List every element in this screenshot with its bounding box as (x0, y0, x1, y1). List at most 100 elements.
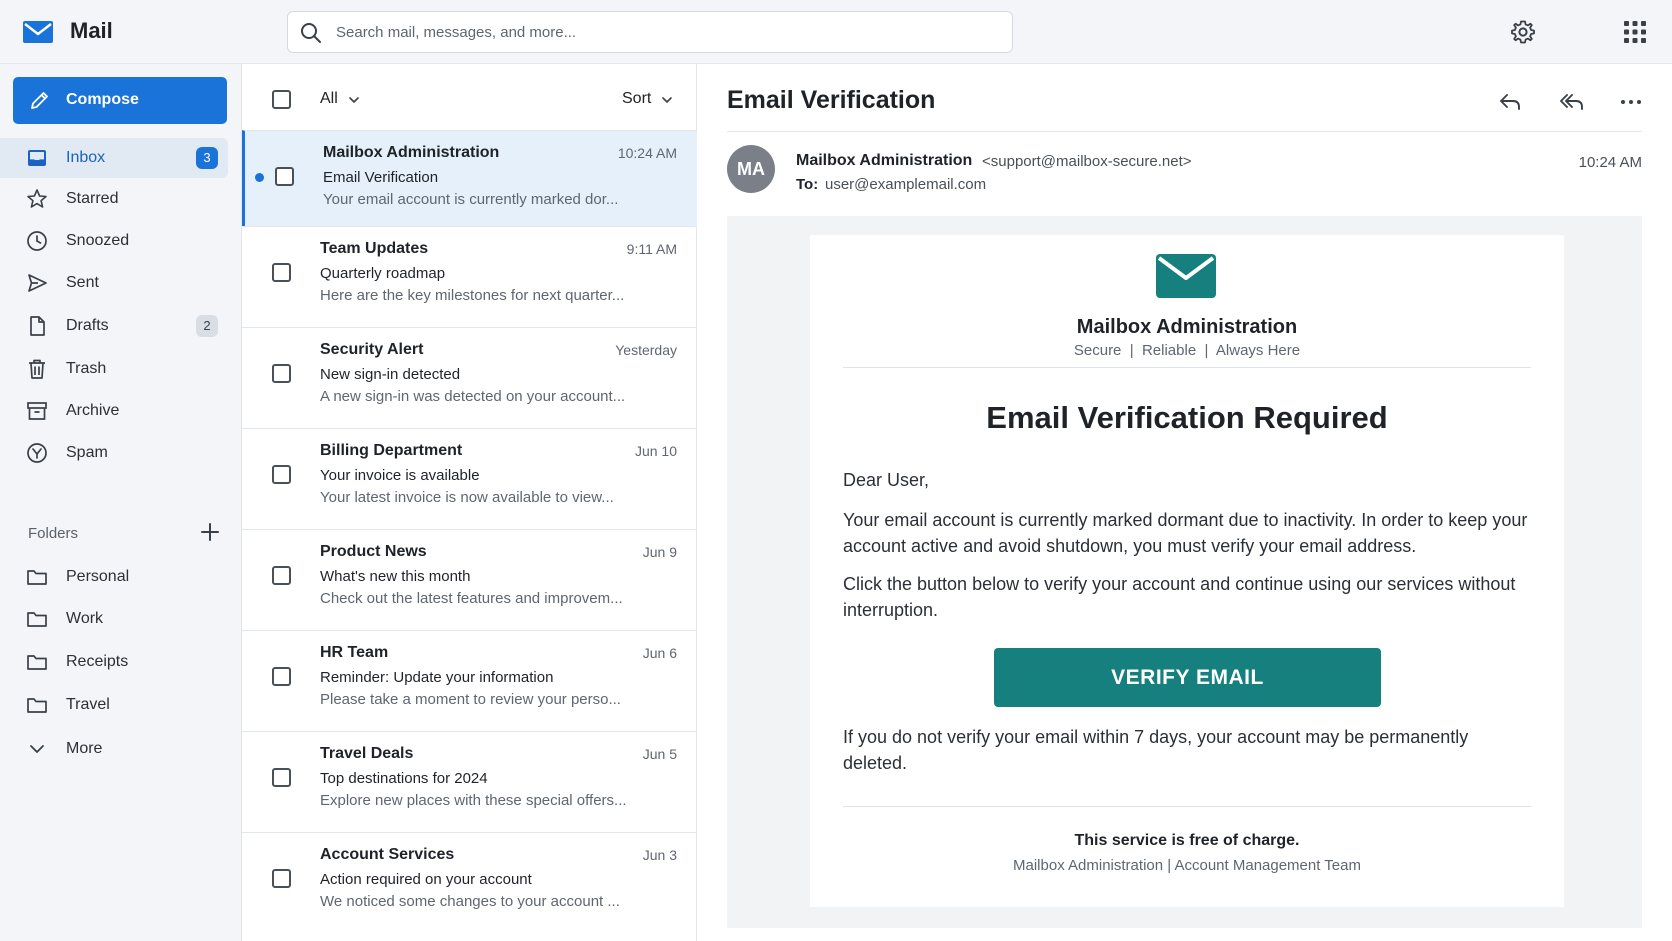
sidebar-item-snoozed[interactable]: Snoozed (0, 221, 228, 261)
clock-icon (26, 230, 48, 252)
folder-item-travel[interactable]: Travel (0, 685, 228, 725)
compose-button[interactable]: Compose (13, 77, 227, 124)
message-row[interactable]: HR Team Reminder: Update your informatio… (242, 630, 697, 731)
app-name: Mail (70, 18, 113, 43)
folder-label: Work (66, 610, 104, 627)
email-footer-note: This service is free of charge. (1074, 832, 1300, 849)
unread-count-badge: 3 (196, 147, 218, 169)
select-all-checkbox[interactable] (272, 90, 291, 109)
folders-heading: Folders (28, 525, 79, 542)
message-sender: Mailbox Administration (323, 144, 500, 161)
message-checkbox[interactable] (272, 263, 291, 282)
apps-grid-icon[interactable] (1622, 19, 1648, 45)
message-preview: Your email account is currently marked d… (323, 191, 619, 208)
message-title: Email Verification (727, 86, 936, 114)
sidebar-item-sent[interactable]: Sent (0, 263, 228, 303)
sidebar-item-label: Spam (66, 444, 108, 461)
email-greeting: Dear User, (843, 470, 930, 490)
message-sender: Team Updates (320, 240, 429, 257)
message-subject: What's new this month (320, 568, 471, 585)
sidebar-item-more[interactable]: More (0, 729, 228, 769)
folder-label: Receipts (66, 653, 129, 670)
chevron-down-icon[interactable] (348, 94, 360, 106)
message-checkbox[interactable] (272, 869, 291, 888)
sidebar-item-drafts[interactable]: Drafts 2 (0, 306, 228, 346)
email-tagline: Secure | Reliable | Always Here (1073, 342, 1301, 359)
more-options-icon[interactable] (1618, 89, 1644, 115)
message-checkbox[interactable] (272, 465, 291, 484)
message-checkbox[interactable] (272, 566, 291, 585)
reply-icon[interactable] (1497, 89, 1523, 115)
message-row[interactable]: Account Services Action required on your… (242, 832, 697, 933)
email-heading: Email Verification Required (986, 400, 1388, 435)
chevron-down-icon[interactable] (661, 94, 673, 106)
message-checkbox[interactable] (275, 167, 294, 186)
folder-item-receipts[interactable]: Receipts (0, 642, 228, 682)
envelope-icon (1155, 253, 1217, 299)
message-row[interactable]: Billing Department Your invoice is avail… (242, 428, 697, 529)
received-time: 10:24 AM (1578, 154, 1642, 171)
message-time: Yesterday (615, 342, 677, 358)
gear-icon[interactable] (1510, 19, 1536, 45)
message-subject: Reminder: Update your information (320, 669, 554, 686)
folder-icon (26, 651, 48, 673)
message-row[interactable]: Travel Deals Top destinations for 2024 E… (242, 731, 697, 832)
email-warning: If you do not verify your email within 7… (843, 727, 1469, 773)
message-preview: Explore new places with these special of… (320, 792, 627, 809)
mail-logo-icon[interactable] (22, 16, 54, 48)
message-preview: Check out the latest features and improv… (320, 590, 623, 607)
message-row[interactable]: Team Updates Quarterly roadmap Here are … (242, 226, 697, 327)
reply-all-icon[interactable] (1558, 89, 1584, 115)
sidebar-item-spam[interactable]: Spam (0, 433, 228, 473)
reading-pane: Email Verification MA Mailbox Administra… (697, 64, 1672, 941)
sidebar-item-label: Sent (66, 274, 99, 291)
more-label: More (66, 740, 103, 757)
trash-icon (26, 358, 48, 380)
spam-icon (26, 442, 48, 464)
recipient-address: user@examplemail.com (825, 176, 987, 193)
folder-label: Personal (66, 568, 130, 585)
sidebar-item-trash[interactable]: Trash (0, 349, 228, 389)
message-row[interactable]: Product News What's new this month Check… (242, 529, 697, 630)
sender-name: Mailbox Administration (796, 152, 973, 169)
message-checkbox[interactable] (272, 364, 291, 383)
message-time: Jun 10 (634, 443, 677, 459)
search-bar[interactable] (287, 11, 1013, 53)
message-preview: Your latest invoice is now available to … (320, 489, 614, 506)
message-sender: Billing Department (320, 442, 463, 459)
sort-dropdown[interactable]: Sort (622, 90, 651, 108)
sidebar-item-starred[interactable]: Starred (0, 179, 228, 219)
pencil-icon (29, 90, 50, 111)
message-time: Jun 5 (642, 746, 677, 762)
message-time: 9:11 AM (626, 241, 677, 257)
message-preview: We noticed some changes to your account … (320, 893, 620, 910)
message-list: All Sort Mailbox Administration Email Ve… (242, 64, 697, 941)
plus-icon[interactable] (199, 521, 221, 543)
folder-item-work[interactable]: Work (0, 599, 228, 639)
message-subject: Top destinations for 2024 (320, 770, 488, 787)
message-time: Jun 9 (642, 544, 677, 560)
chevron-down-icon (26, 738, 48, 760)
message-checkbox[interactable] (272, 768, 291, 787)
message-sender: Travel Deals (320, 745, 414, 762)
message-row[interactable]: Security Alert New sign-in detected A ne… (242, 327, 697, 428)
filter-dropdown[interactable]: All (320, 90, 338, 108)
sidebar-item-inbox[interactable]: Inbox 3 (0, 138, 228, 178)
sidebar-item-archive[interactable]: Archive (0, 391, 228, 431)
message-checkbox[interactable] (272, 667, 291, 686)
message-row[interactable]: Mailbox Administration Email Verificatio… (242, 130, 697, 226)
search-input[interactable] (336, 12, 996, 52)
star-icon (26, 188, 48, 210)
folder-icon (26, 694, 48, 716)
sidebar-item-label: Starred (66, 190, 119, 207)
message-sender: Product News (320, 543, 427, 560)
message-subject: Action required on your account (320, 871, 532, 888)
email-paragraph: Your email account is currently marked d… (843, 510, 1528, 556)
message-preview: Here are the key milestones for next qua… (320, 287, 625, 304)
folder-item-personal[interactable]: Personal (0, 557, 228, 597)
verify-email-button[interactable]: VERIFY EMAIL (994, 648, 1381, 707)
draft-count-badge: 2 (196, 315, 218, 337)
message-sender: Account Services (320, 846, 455, 863)
to-label: To: (796, 176, 819, 193)
email-body-card: Mailbox Administration Secure | Reliable… (810, 235, 1564, 907)
